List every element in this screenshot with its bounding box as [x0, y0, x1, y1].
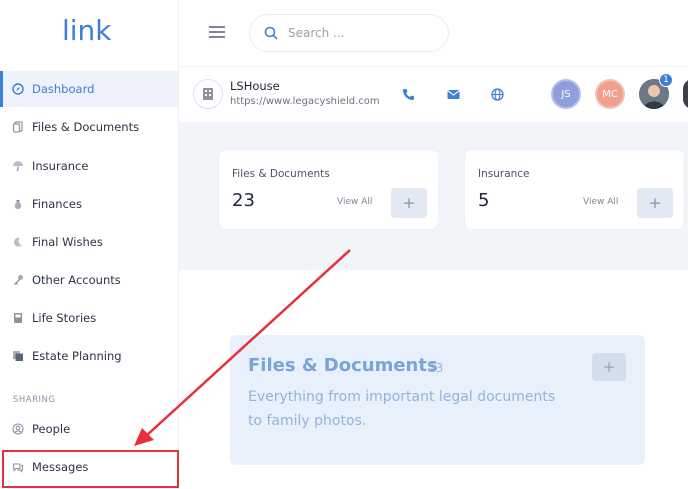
card-insurance: Insurance 5 View All +	[464, 149, 685, 230]
feature-description: Everything from important legal document…	[248, 389, 556, 429]
feature-count: 23	[428, 361, 444, 375]
sidebar-item-finances[interactable]: Finances	[0, 186, 178, 222]
avatar-mc[interactable]: MC	[595, 79, 625, 109]
building-icon	[203, 88, 213, 100]
avatar-initials: MC	[602, 88, 618, 100]
account-avatar[interactable]	[193, 79, 223, 109]
account-bar: LSHouse https://www.legacyshield.com JS …	[179, 66, 688, 122]
card-title: Files & Documents	[232, 168, 330, 180]
sidebar-item-other-accounts[interactable]: Other Accounts	[0, 262, 178, 298]
app-logo[interactable]: link	[62, 14, 118, 48]
link-logo-icon: link	[62, 14, 112, 47]
sidebar-item-label: Estate Planning	[32, 349, 122, 363]
avatar-more[interactable]	[683, 79, 688, 109]
svg-text:link: link	[62, 14, 112, 47]
files-icon	[12, 121, 24, 133]
phone-icon[interactable]	[401, 87, 415, 101]
search-box[interactable]	[249, 14, 449, 52]
avatar-js[interactable]: JS	[551, 79, 581, 109]
card-files-documents: Files & Documents 23 View All +	[218, 149, 439, 230]
book-icon	[12, 312, 24, 324]
add-button[interactable]: +	[391, 188, 427, 218]
sidebar-item-label: Dashboard	[32, 82, 95, 96]
add-button[interactable]: +	[637, 188, 673, 218]
sidebar-item-life-stories[interactable]: Life Stories	[0, 300, 178, 336]
annotation-highlight-box	[2, 450, 179, 488]
sidebar-item-label: Files & Documents	[32, 120, 140, 134]
feature-panel-files: Files & Documents 23 Everything from imp…	[230, 335, 645, 465]
feature-add-button[interactable]: +	[592, 353, 626, 381]
moon-icon	[12, 236, 24, 248]
notification-badge: 1	[659, 73, 673, 87]
sidebar-item-dashboard[interactable]: Dashboard	[0, 71, 178, 107]
search-input[interactable]	[288, 26, 428, 40]
menu-icon[interactable]	[209, 26, 225, 38]
money-bag-icon	[12, 198, 24, 210]
globe-icon[interactable]	[490, 87, 504, 101]
card-title: Insurance	[478, 168, 530, 180]
mail-icon[interactable]	[446, 87, 460, 101]
user-circle-icon	[12, 423, 24, 435]
key-icon	[12, 274, 24, 286]
umbrella-icon	[12, 160, 24, 172]
sidebar-item-final-wishes[interactable]: Final Wishes	[0, 224, 178, 260]
sidebar-item-estate-planning[interactable]: Estate Planning	[0, 338, 178, 374]
card-count: 23	[232, 190, 255, 211]
card-count: 5	[478, 190, 490, 211]
documents-icon	[12, 350, 24, 362]
sidebar-item-files[interactable]: Files & Documents	[0, 109, 178, 145]
view-all-link[interactable]: View All	[337, 197, 372, 207]
sharing-section-label: SHARING	[13, 395, 56, 405]
feature-title: Files & Documents	[248, 355, 438, 376]
top-bar	[179, 0, 688, 66]
search-icon	[264, 26, 278, 40]
sidebar-item-label: Finances	[32, 197, 82, 211]
sidebar-item-label: People	[32, 422, 71, 436]
sidebar-item-label: Life Stories	[32, 311, 97, 325]
compass-icon	[12, 83, 24, 95]
sidebar-item-people[interactable]: People	[0, 411, 178, 447]
sidebar-item-insurance[interactable]: Insurance	[0, 148, 178, 184]
view-all-link[interactable]: View All	[583, 197, 618, 207]
account-name: LSHouse	[230, 79, 280, 93]
account-url[interactable]: https://www.legacyshield.com	[230, 96, 380, 107]
sidebar-item-label: Final Wishes	[32, 235, 103, 249]
sidebar-item-label: Other Accounts	[32, 273, 121, 287]
avatar-initials: JS	[561, 88, 571, 100]
sidebar: link Dashboard Files & Documents Insuran…	[0, 0, 179, 489]
sidebar-item-label: Insurance	[32, 159, 89, 173]
